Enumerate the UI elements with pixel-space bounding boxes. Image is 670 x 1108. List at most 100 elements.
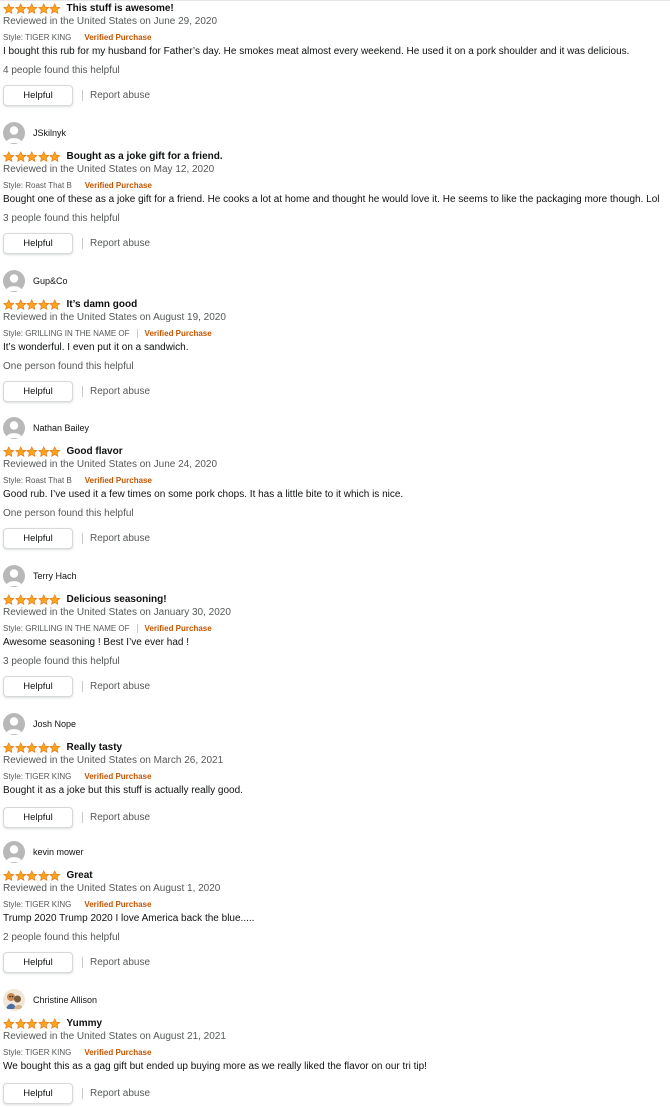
reviewer-profile[interactable]: Terry Hach [3,564,77,588]
review-actions: Helpful Report abuse [3,527,150,549]
report-abuse-link[interactable]: Report abuse [90,533,150,544]
star-icon [26,593,38,605]
review-body: Bought it as a joke but this stuff is ac… [3,785,243,796]
verified-purchase-badge: Verified Purchase [84,32,152,42]
helpful-count: 2 people found this helpful [3,932,120,943]
star-rating [3,445,61,457]
report-abuse-link[interactable]: Report abuse [90,681,150,692]
star-icon [37,445,49,457]
reviewer-profile[interactable]: kevin mower [3,840,84,864]
star-icon [3,869,15,881]
reviewer-profile[interactable]: Christine Allison [3,988,97,1012]
product-style[interactable]: Style: TIGER KING [3,1048,71,1057]
star-icon [14,150,26,162]
review-title[interactable]: It’s damn good [67,299,138,310]
star-icon [49,741,61,753]
review-title-row: Great [3,868,93,882]
product-style[interactable]: Style: TIGER KING [3,900,71,909]
reviewer-name[interactable]: Nathan Bailey [33,423,89,433]
review-title[interactable]: Bought as a joke gift for a friend. [67,151,223,162]
review-actions: Helpful Report abuse [3,84,150,106]
helpful-button[interactable]: Helpful [3,806,73,828]
action-divider [82,89,83,101]
star-icon [37,1017,49,1029]
review-body: It’s wonderful. I even put it on a sandw… [3,342,189,353]
avatar-icon [3,713,25,735]
review-title[interactable]: Delicious seasoning! [67,594,167,605]
review-title[interactable]: Really tasty [67,742,123,753]
review-title[interactable]: Great [67,870,93,881]
star-icon [26,1017,38,1029]
report-abuse-link[interactable]: Report abuse [90,812,150,823]
review-actions: Helpful Report abuse [3,806,150,828]
helpful-button[interactable]: Helpful [3,951,73,973]
star-icon [49,593,61,605]
report-abuse-link[interactable]: Report abuse [90,1088,150,1099]
star-icon [3,741,15,753]
report-abuse-link[interactable]: Report abuse [90,957,150,968]
verified-purchase-badge: Verified Purchase [84,180,152,190]
action-divider [82,956,83,968]
star-rating [3,741,61,753]
review-meta: Style: GRILLING IN THE NAME OF Verified P… [3,327,212,339]
review-title[interactable]: Good flavor [67,446,123,457]
review-meta: Style: TIGER KING Verified Purchase [3,31,151,43]
review-title[interactable]: Yummy [67,1018,103,1029]
product-style[interactable]: Style: Roast That B [3,476,72,485]
review-title-row: Good flavor [3,444,123,458]
review-title-row: This stuff is awesome! [3,1,174,15]
review-title[interactable]: This stuff is awesome! [67,3,174,14]
reviewer-name[interactable]: JSkilnyk [33,128,66,138]
review-actions: Helpful Report abuse [3,232,150,254]
product-style[interactable]: Style: GRILLING IN THE NAME OF [3,624,130,633]
star-icon [14,445,26,457]
avatar-icon [3,417,25,439]
review-date: Reviewed in the United States on March 2… [3,755,224,766]
avatar-icon [3,841,25,863]
product-style[interactable]: Style: TIGER KING [3,772,71,781]
avatar-icon [3,122,25,144]
reviewer-name[interactable]: Gup&Co [33,276,68,286]
star-icon [37,298,49,310]
star-icon [37,150,49,162]
action-divider [82,811,83,823]
helpful-button[interactable]: Helpful [3,1082,73,1104]
reviewer-profile[interactable]: Josh Nope [3,712,76,736]
reviewer-name[interactable]: Josh Nope [33,719,76,729]
review-body: I bought this rub for my husband for Fat… [3,46,630,57]
helpful-button[interactable]: Helpful [3,380,73,402]
star-rating [3,869,61,881]
product-style[interactable]: Style: Roast That B [3,181,72,190]
star-icon [3,593,15,605]
helpful-count: One person found this helpful [3,361,134,372]
review-body: We bought this as a gag gift but ended u… [3,1061,427,1072]
product-style[interactable]: Style: TIGER KING [3,33,71,42]
report-abuse-link[interactable]: Report abuse [90,386,150,397]
review-actions: Helpful Report abuse [3,380,150,402]
review-meta: Style: TIGER KING Verified Purchase [3,898,151,910]
reviewer-profile[interactable]: Nathan Bailey [3,416,89,440]
star-icon [26,150,38,162]
reviewer-name[interactable]: Terry Hach [33,571,77,581]
review-body: Bought one of these as a joke gift for a… [3,194,660,205]
helpful-button[interactable]: Helpful [3,84,73,106]
review-body: Trump 2020 Trump 2020 I love America bac… [3,913,255,924]
review-title-row: Really tasty [3,740,122,754]
reviewer-name[interactable]: Christine Allison [33,995,97,1005]
product-style[interactable]: Style: GRILLING IN THE NAME OF [3,329,130,338]
report-abuse-link[interactable]: Report abuse [90,238,150,249]
star-icon [37,593,49,605]
reviewer-profile[interactable]: Gup&Co [3,269,68,293]
report-abuse-link[interactable]: Report abuse [90,90,150,101]
review-actions: Helpful Report abuse [3,951,150,973]
reviewer-name[interactable]: kevin mower [33,847,84,857]
helpful-button[interactable]: Helpful [3,675,73,697]
star-icon [3,2,15,14]
helpful-button[interactable]: Helpful [3,527,73,549]
reviewer-profile[interactable]: JSkilnyk [3,121,66,145]
star-rating [3,2,61,14]
star-icon [26,741,38,753]
helpful-button[interactable]: Helpful [3,232,73,254]
star-icon [26,298,38,310]
meta-divider [136,623,138,633]
